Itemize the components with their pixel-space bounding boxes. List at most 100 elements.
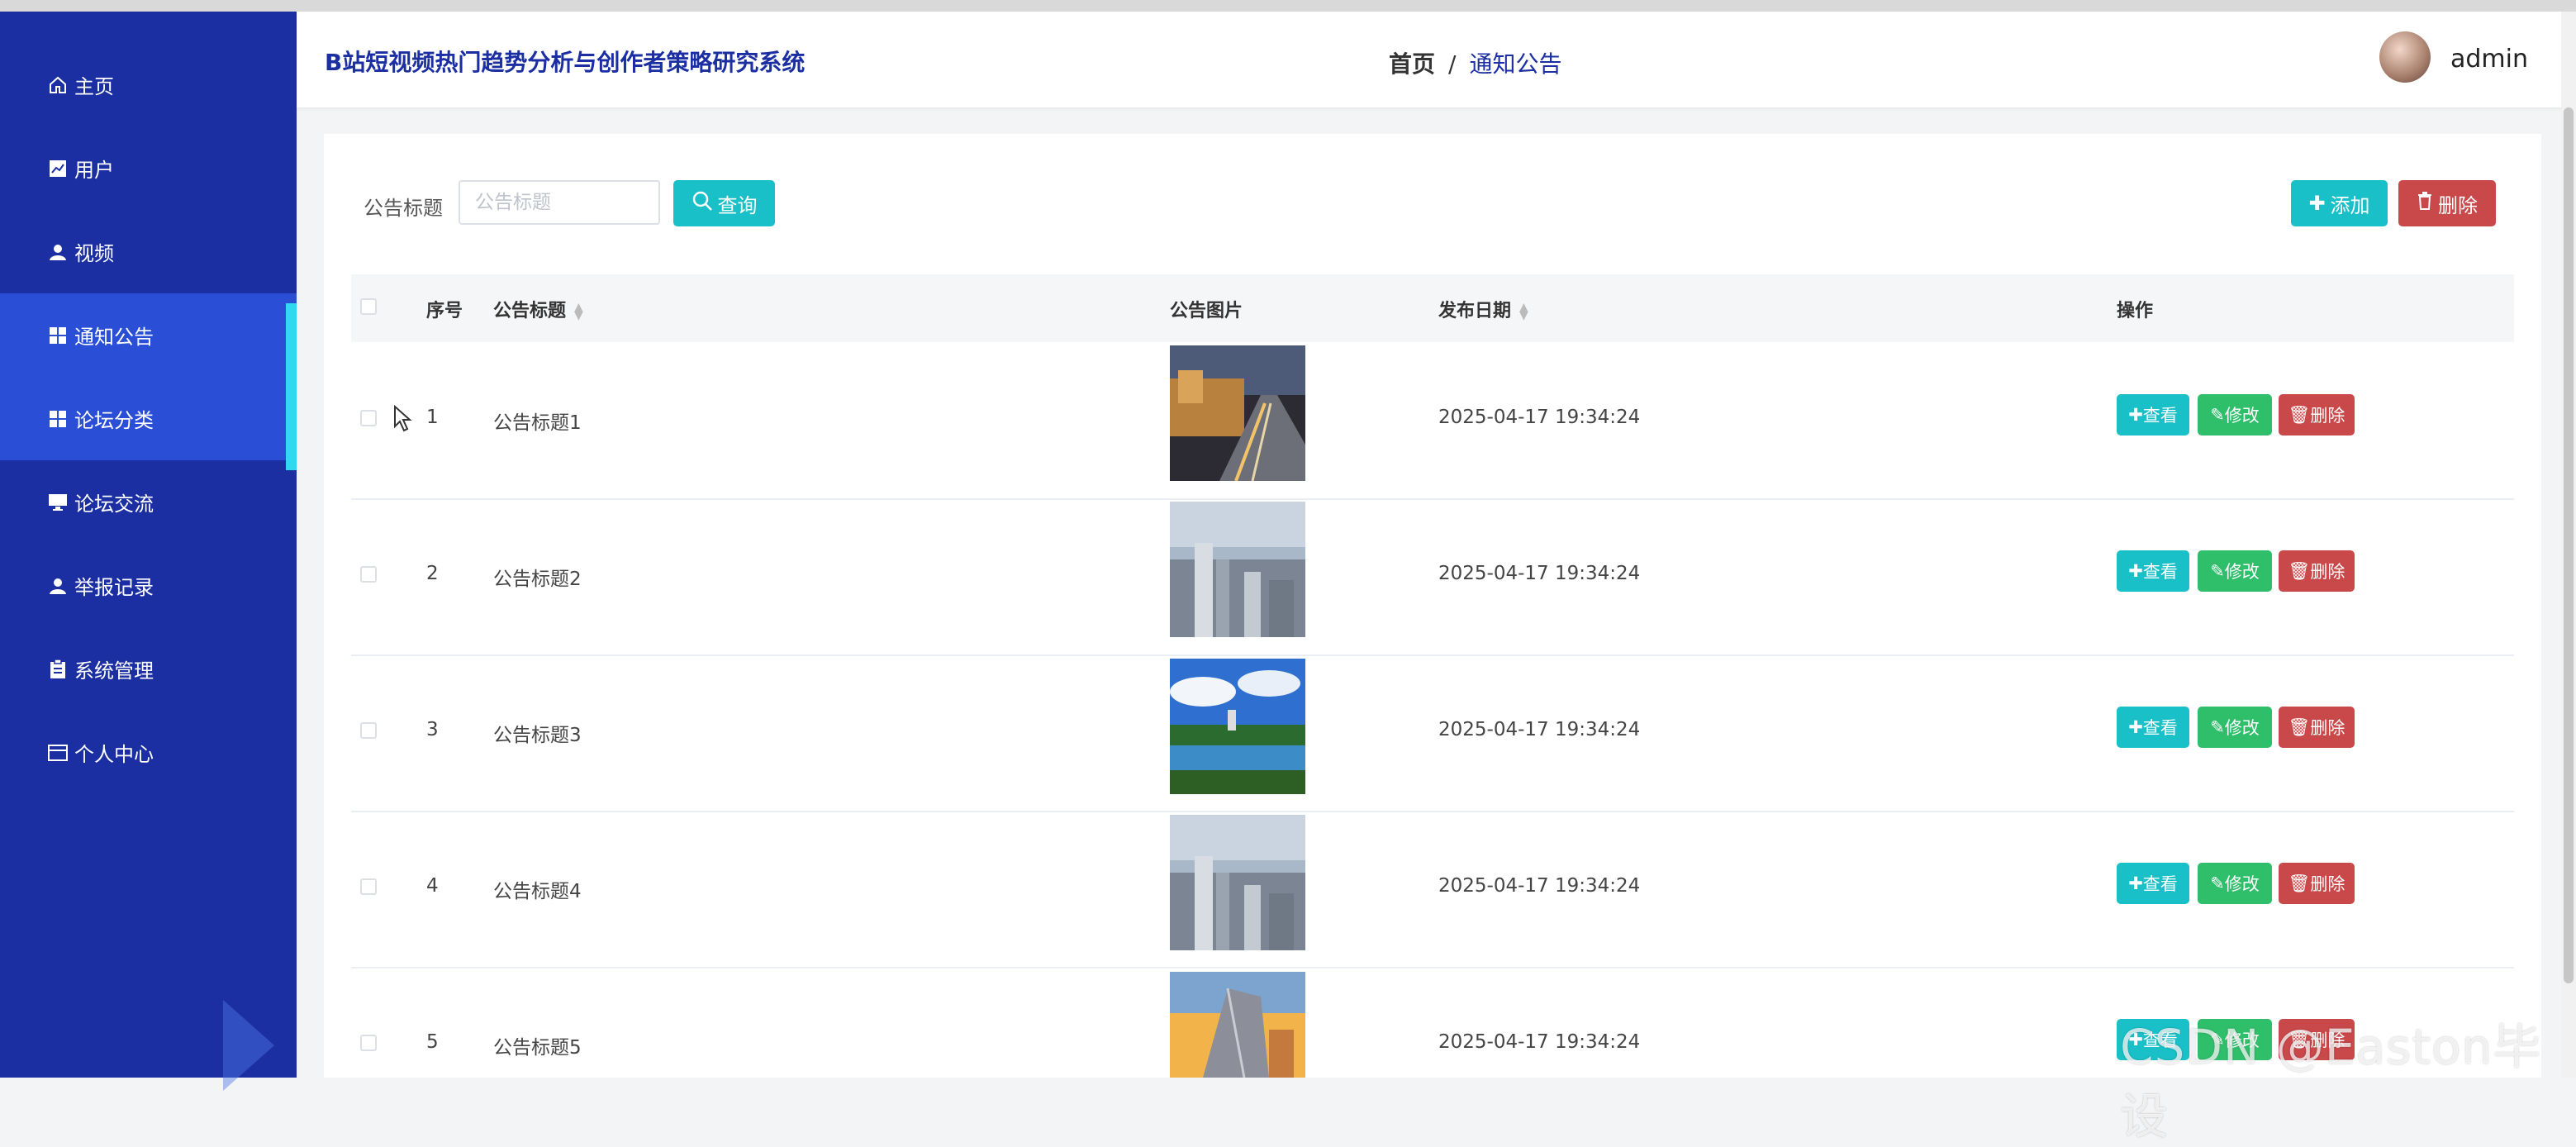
- breadcrumb-home[interactable]: 首页: [1389, 50, 1435, 78]
- row-delete-button[interactable]: 🗑 删除: [2279, 863, 2355, 904]
- edit-button-label: 修改: [2224, 406, 2260, 426]
- breadcrumb-current: 通知公告: [1469, 50, 1562, 78]
- sort-icon[interactable]: ▲ ▼: [574, 302, 583, 321]
- view-button[interactable]: ✚ 查看: [2117, 863, 2189, 904]
- column-header-index: 序号: [426, 301, 463, 321]
- row-title: 公告标题3: [493, 725, 582, 746]
- edit-icon: ✎: [2210, 717, 2225, 737]
- row-index: 1: [426, 407, 439, 428]
- plus-icon: ✚: [2128, 405, 2143, 425]
- notice-image[interactable]: [1170, 659, 1305, 794]
- search-input[interactable]: [459, 180, 660, 225]
- breadcrumb: 首页 / 通知公告: [1389, 46, 1561, 79]
- row-delete-button-label: 删除: [2310, 562, 2345, 582]
- trash-icon: 🗑: [2288, 873, 2311, 893]
- sidebar-item-label: 举报记录: [74, 576, 154, 599]
- plus-icon: ✚: [2128, 873, 2143, 893]
- edit-button[interactable]: ✎ 修改: [2198, 707, 2272, 748]
- trash-icon: 🗑: [2288, 404, 2311, 425]
- sidebar-item-label: 通知公告: [74, 326, 154, 349]
- sidebar-item-profile[interactable]: 个人中心: [0, 711, 297, 794]
- select-all-checkbox[interactable]: [360, 298, 377, 315]
- user-icon: [46, 240, 69, 264]
- view-button[interactable]: ✚ 查看: [2117, 707, 2189, 748]
- column-header-date[interactable]: 发布日期 ▲ ▼: [1438, 296, 1528, 322]
- view-button-label: 查看: [2142, 406, 2178, 426]
- sidebar-item-forum[interactable]: 论坛交流: [0, 460, 297, 544]
- sidebar-item-videos[interactable]: 视频: [0, 210, 297, 293]
- view-button[interactable]: ✚ 查看: [2117, 394, 2189, 435]
- row-delete-button[interactable]: 🗑 删除: [2279, 550, 2355, 592]
- row-date: 2025-04-17 19:34:24: [1438, 1031, 1641, 1053]
- browser-top-edge: [0, 0, 2576, 12]
- notice-image[interactable]: [1170, 972, 1305, 1078]
- edit-button[interactable]: ✎ 修改: [2198, 550, 2272, 592]
- column-header-title[interactable]: 公告标题 ▲ ▼: [493, 296, 583, 322]
- view-button[interactable]: ✚ 查看: [2117, 550, 2189, 592]
- table-row: [351, 811, 2514, 969]
- row-title: 公告标题4: [493, 881, 582, 902]
- notice-image[interactable]: [1170, 815, 1305, 950]
- edit-icon: ✎: [2210, 561, 2225, 581]
- query-button-label: 查询: [717, 193, 758, 217]
- row-title: 公告标题2: [493, 569, 582, 590]
- row-title: 公告标题1: [493, 412, 582, 434]
- scrollbar-thumb[interactable]: [2564, 107, 2574, 983]
- sidebar-item-system[interactable]: 系统管理: [0, 627, 297, 711]
- row-checkbox[interactable]: [360, 722, 377, 739]
- edit-button[interactable]: ✎ 修改: [2198, 394, 2272, 435]
- add-button-label: 添加: [2330, 193, 2370, 217]
- search-label: 公告标题: [364, 197, 443, 220]
- trash-icon: 🗑: [2288, 716, 2311, 737]
- home-icon: [46, 74, 69, 97]
- notice-image[interactable]: [1170, 345, 1305, 481]
- row-checkbox[interactable]: [360, 410, 377, 426]
- add-button[interactable]: ✚ 添加: [2291, 180, 2388, 226]
- sidebar-item-label: 个人中心: [74, 743, 154, 766]
- edit-icon: ✎: [2210, 873, 2225, 893]
- row-checkbox[interactable]: [360, 878, 377, 895]
- edit-button-label: 修改: [2224, 874, 2260, 894]
- sidebar-item-label: 系统管理: [74, 659, 154, 683]
- avatar[interactable]: [2379, 31, 2431, 83]
- view-button-label: 查看: [2142, 874, 2178, 894]
- row-delete-button[interactable]: 🗑 删除: [2279, 707, 2355, 748]
- edit-button-label: 修改: [2224, 718, 2260, 738]
- query-button[interactable]: 查询: [673, 180, 775, 226]
- grid-icon: [46, 407, 69, 431]
- chart-icon: [46, 157, 69, 180]
- sidebar-item-reports[interactable]: 举报记录: [0, 544, 297, 627]
- column-header-title-label: 公告标题: [493, 301, 567, 321]
- plus-icon: ✚: [2128, 561, 2143, 581]
- sidebar-item-users[interactable]: 用户: [0, 126, 297, 210]
- delete-button-label: 删除: [2438, 193, 2478, 217]
- grid-icon: [46, 324, 69, 347]
- column-header-image: 公告图片: [1170, 301, 1243, 321]
- sidebar-item-label: 主页: [74, 75, 114, 98]
- notice-image[interactable]: [1170, 502, 1305, 637]
- edit-button[interactable]: ✎ 修改: [2198, 863, 2272, 904]
- row-delete-button-label: 删除: [2310, 406, 2345, 426]
- row-checkbox[interactable]: [360, 566, 377, 583]
- delete-button[interactable]: 删除: [2398, 180, 2496, 226]
- plus-icon: ✚: [2128, 717, 2143, 737]
- sidebar-item-home[interactable]: 主页: [0, 43, 297, 126]
- watermark: CSDN @Easton毕设: [2120, 1019, 2542, 1145]
- row-index: 5: [426, 1031, 439, 1053]
- row-checkbox[interactable]: [360, 1035, 377, 1051]
- sidebar-item-label: 论坛分类: [74, 409, 154, 432]
- mouse-cursor-icon: [394, 405, 412, 432]
- sort-icon[interactable]: ▲ ▼: [1519, 302, 1528, 321]
- plus-icon: ✚: [2308, 192, 2326, 215]
- row-date: 2025-04-17 19:34:24: [1438, 407, 1641, 428]
- sidebar-item-notices[interactable]: 通知公告: [0, 293, 297, 377]
- table-row: [351, 342, 2514, 500]
- row-index: 3: [426, 719, 439, 740]
- username[interactable]: admin: [2450, 45, 2528, 74]
- sidebar-item-forum-categories[interactable]: 论坛分类: [0, 377, 297, 460]
- trash-icon: [2417, 192, 2433, 215]
- trash-icon: 🗑: [2288, 560, 2311, 581]
- row-title: 公告标题5: [493, 1037, 582, 1059]
- row-delete-button[interactable]: 🗑 删除: [2279, 394, 2355, 435]
- row-delete-button-label: 删除: [2310, 874, 2345, 894]
